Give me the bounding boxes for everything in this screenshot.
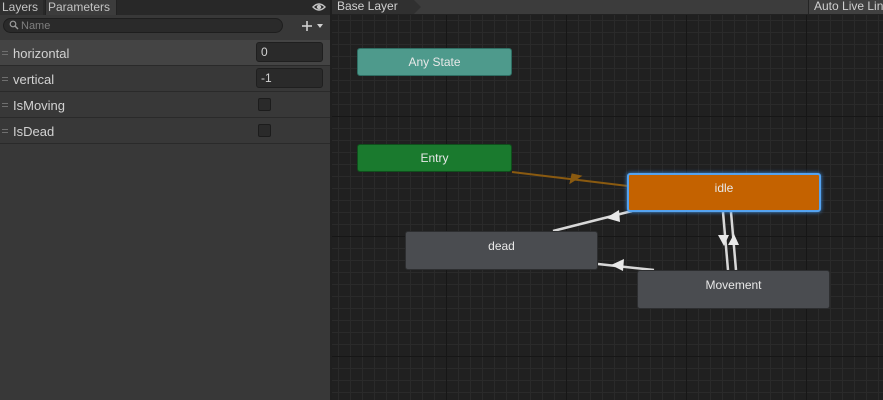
state-dead[interactable]: dead [405,231,598,270]
transition-movement-to-idle[interactable] [728,211,739,271]
transition-idle-to-dead[interactable] [552,209,633,233]
state-entry[interactable]: Entry [357,144,512,172]
state-movement[interactable]: Movement [637,270,830,309]
transition-entry-to-idle[interactable] [511,171,629,187]
state-idle[interactable]: idle [627,173,821,212]
state-any-state[interactable]: Any State [357,48,512,76]
transition-idle-to-movement[interactable] [718,211,730,271]
